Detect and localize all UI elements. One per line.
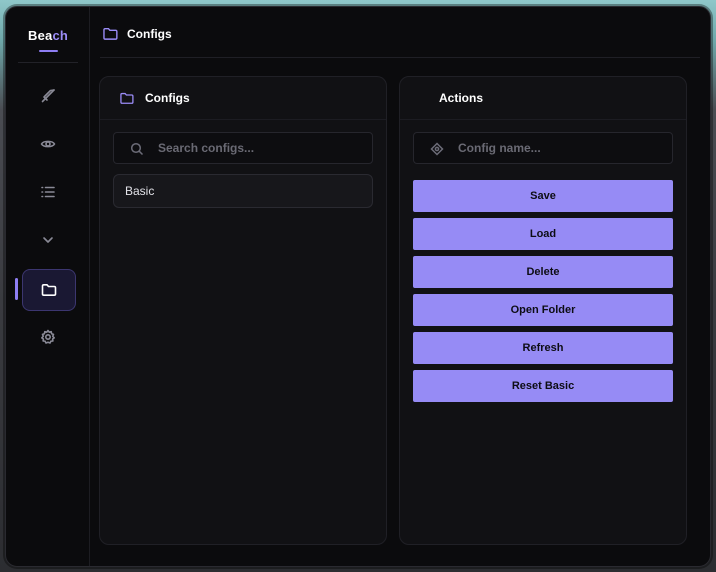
sidebar: Beach (6, 7, 90, 566)
load-button[interactable]: Load (413, 218, 673, 250)
refresh-button[interactable]: Refresh (413, 332, 673, 364)
page-title: Configs (127, 27, 172, 41)
search-icon (130, 142, 144, 156)
app-window: Beach Configs Configs Search configs... … (5, 6, 711, 567)
reset-basic-button[interactable]: Reset Basic (413, 370, 673, 402)
folder-icon (103, 27, 118, 40)
actions-panel-title: Actions (439, 91, 484, 105)
brand-logo: Beach (28, 28, 78, 43)
config-name-field (413, 132, 673, 164)
open-folder-button[interactable]: Open Folder (413, 294, 673, 326)
gear-icon (41, 329, 55, 344)
sidebar-item-list[interactable] (22, 172, 74, 212)
sidebar-item-collapse[interactable] (22, 220, 74, 260)
list-icon (41, 186, 55, 198)
search-field (113, 132, 373, 164)
sidebar-item-configs[interactable] (22, 269, 76, 311)
active-indicator (15, 278, 18, 300)
folder-icon (41, 284, 57, 296)
eye-icon (40, 140, 56, 148)
sword-icon (41, 89, 55, 103)
target-icon (430, 142, 444, 156)
config-name-input[interactable] (458, 133, 658, 163)
sidebar-item-visuals[interactable] (22, 124, 74, 164)
sidebar-item-settings[interactable] (22, 317, 74, 357)
folder-icon (120, 92, 134, 104)
config-list-item[interactable]: Basic (113, 174, 373, 208)
top-bar: Configs (90, 7, 710, 59)
search-input[interactable] (158, 133, 358, 163)
configs-panel-header: Configs (100, 77, 386, 120)
sidebar-divider (18, 62, 78, 63)
sidebar-item-combat[interactable] (22, 76, 74, 116)
actions-panel-header: Actions (400, 77, 686, 120)
actions-panel: Actions Save Load Delete Open Folder Ref… (399, 76, 687, 545)
brand-accent: ch (52, 28, 69, 43)
save-button[interactable]: Save (413, 180, 673, 212)
topbar-divider (100, 57, 700, 58)
brand-underline (39, 50, 58, 52)
brand-prefix: Bea (28, 28, 53, 43)
delete-button[interactable]: Delete (413, 256, 673, 288)
configs-panel: Configs Basic (99, 76, 387, 545)
configs-panel-title: Configs (145, 91, 190, 105)
chevron-down-icon (43, 237, 53, 243)
